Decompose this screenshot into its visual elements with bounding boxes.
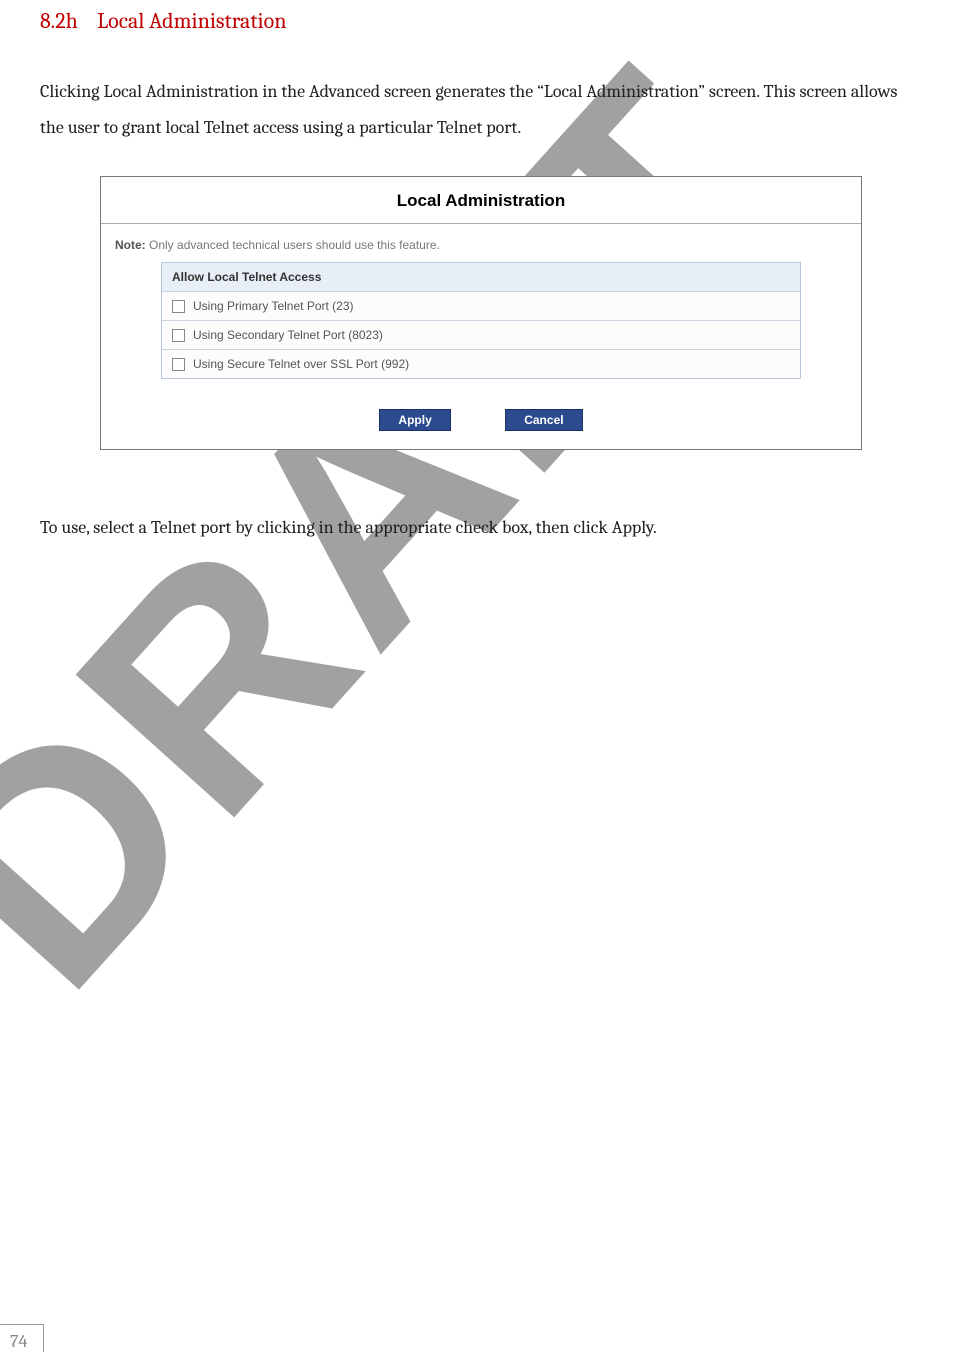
option-row-ssl: Using Secure Telnet over SSL Port (992) — [162, 350, 800, 378]
page-content: 8.2h Local Administration Clicking Local… — [0, 8, 962, 546]
note-line: Note: Only advanced technical users shou… — [101, 224, 861, 262]
section-heading: 8.2h Local Administration — [40, 8, 922, 34]
checkbox-secondary-telnet[interactable] — [172, 329, 185, 342]
page-number: 74 — [0, 1324, 44, 1352]
usage-paragraph: To use, select a Telnet port by clicking… — [40, 510, 922, 546]
screenshot-title: Local Administration — [101, 177, 861, 224]
option-row-secondary: Using Secondary Telnet Port (8023) — [162, 321, 800, 350]
note-label: Note: — [115, 238, 146, 252]
intro-paragraph: Clicking Local Administration in the Adv… — [40, 74, 922, 146]
option-label: Using Primary Telnet Port (23) — [193, 299, 354, 313]
options-header: Allow Local Telnet Access — [162, 263, 800, 292]
options-table: Allow Local Telnet Access Using Primary … — [161, 262, 801, 379]
button-row: Apply Cancel — [101, 379, 861, 449]
note-text: Only advanced technical users should use… — [146, 238, 440, 252]
cancel-button[interactable]: Cancel — [505, 409, 582, 431]
apply-button[interactable]: Apply — [379, 409, 450, 431]
option-row-primary: Using Primary Telnet Port (23) — [162, 292, 800, 321]
embedded-screenshot: Local Administration Note: Only advanced… — [100, 176, 862, 450]
checkbox-ssl-telnet[interactable] — [172, 358, 185, 371]
section-number: 8.2h — [40, 8, 78, 34]
option-label: Using Secondary Telnet Port (8023) — [193, 328, 383, 342]
checkbox-primary-telnet[interactable] — [172, 300, 185, 313]
section-title: Local Administration — [97, 8, 286, 34]
option-label: Using Secure Telnet over SSL Port (992) — [193, 357, 409, 371]
